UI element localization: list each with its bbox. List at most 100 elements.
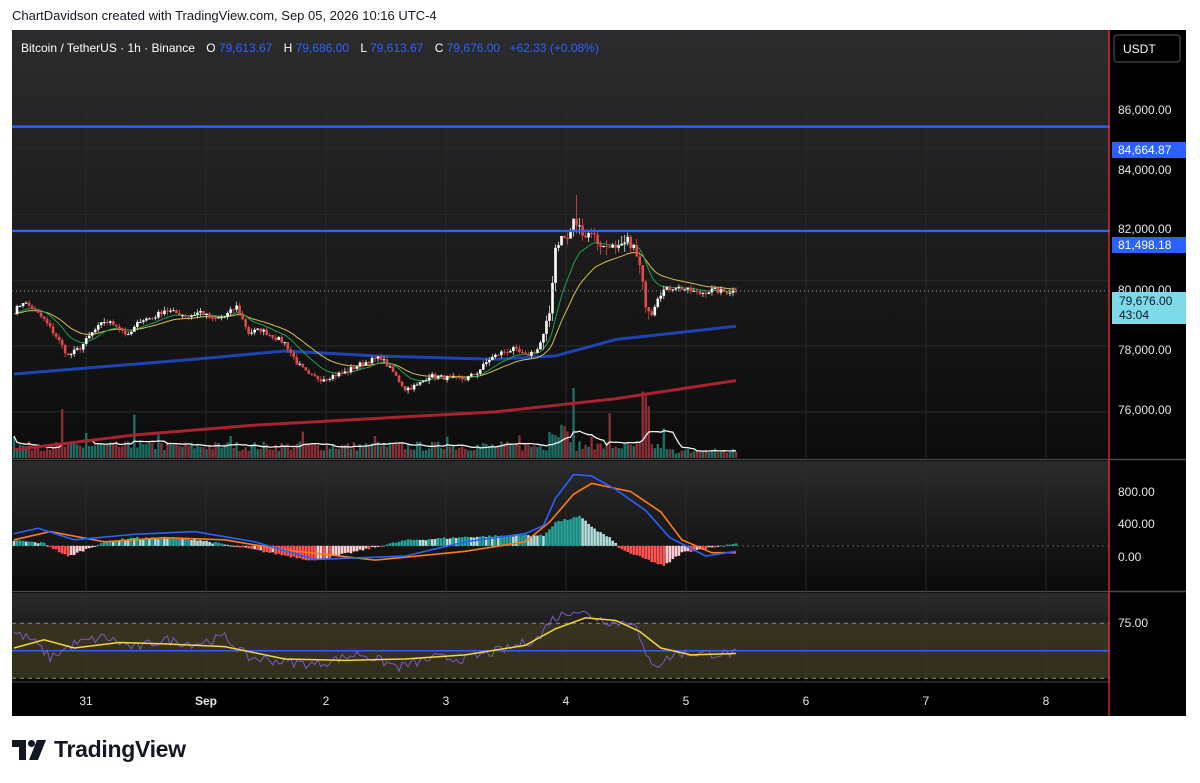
ohlc-high-label: H — [284, 41, 293, 55]
volume-bar — [51, 448, 55, 458]
candle-body — [280, 337, 284, 343]
volume-bar — [473, 450, 476, 458]
candle-body — [199, 310, 202, 313]
candle-body — [271, 334, 275, 338]
chart-canvas[interactable]: 86,000.00 84,000.00 82,000.00 80,000.00 … — [12, 30, 1186, 716]
candle-body — [686, 287, 690, 290]
macd-histogram-bar — [671, 545, 675, 559]
candle-body — [638, 256, 642, 266]
volume-bar — [599, 443, 602, 458]
volume-bar — [707, 452, 711, 458]
macd-histogram-bar — [584, 520, 587, 546]
candle-body — [268, 334, 272, 336]
time-label: Sep — [195, 694, 217, 708]
macd-histogram-bar — [205, 540, 208, 546]
macd-histogram-bar — [358, 545, 362, 550]
volume-bar — [572, 388, 575, 458]
macd-histogram-bar — [349, 545, 353, 554]
volume-bar — [199, 446, 202, 458]
time-axis[interactable]: 31 Sep 2 3 4 5 6 7 8 — [79, 694, 1049, 708]
macd-histogram-bar — [39, 542, 43, 546]
candle-body — [127, 334, 130, 336]
volume-bar — [596, 443, 599, 458]
volume-bar — [148, 441, 151, 458]
candle-body — [671, 289, 675, 291]
macd-histogram-bar — [632, 545, 636, 555]
macd-histogram-bar — [728, 544, 732, 546]
volume-bar — [97, 443, 100, 458]
volume-bar — [635, 442, 638, 458]
volume-bar — [154, 448, 157, 458]
volume-bar — [229, 435, 232, 458]
candle-body — [259, 328, 262, 332]
candle-body — [629, 236, 633, 249]
volume-bar — [193, 448, 196, 458]
candle-body — [394, 372, 398, 376]
macd-histogram-bar — [659, 545, 663, 565]
candle-body — [136, 321, 139, 327]
macd-histogram-bar — [626, 545, 629, 553]
macd-histogram-bar — [130, 537, 133, 546]
candle-body — [460, 377, 464, 380]
macd-histogram-bar — [42, 542, 46, 546]
time-label: 3 — [443, 694, 450, 708]
macd-histogram-bar — [554, 522, 557, 546]
volume-bar — [298, 441, 301, 458]
candle-body — [298, 363, 302, 365]
volume-bar — [367, 444, 371, 458]
macd-histogram-bar — [33, 542, 37, 546]
macd-histogram-bar — [475, 536, 479, 546]
candle-body — [599, 244, 602, 248]
candle-body — [364, 362, 368, 366]
macd-histogram-bar — [346, 545, 350, 553]
candle-body — [488, 359, 491, 363]
macd-histogram-bar — [518, 534, 521, 546]
candle-body — [340, 372, 344, 374]
macd-histogram-bar — [548, 529, 551, 546]
candle-body — [713, 288, 717, 290]
macd-histogram-bar — [638, 545, 642, 556]
candle-body — [647, 307, 651, 312]
candle-body — [406, 387, 410, 391]
candle-body — [304, 367, 308, 371]
macd-histogram-bar — [54, 545, 58, 550]
macd-histogram-bar — [30, 541, 34, 546]
ohlc-close-label: C — [435, 41, 444, 55]
volume-bar — [292, 447, 295, 458]
candle-body — [482, 363, 485, 370]
candle-body — [325, 379, 329, 381]
macd-histogram-bar — [241, 545, 244, 548]
macd-histogram-bar — [647, 545, 651, 560]
macd-histogram-bar — [653, 545, 657, 563]
candle-body — [677, 286, 681, 289]
candle-body — [563, 236, 566, 239]
macd-histogram-bar — [421, 539, 425, 546]
volume-bar — [551, 434, 554, 458]
macd-histogram-bar — [515, 535, 518, 546]
macd-histogram-bar — [175, 538, 178, 546]
macd-histogram-bar — [445, 538, 449, 546]
macd-histogram-bar — [677, 545, 681, 556]
candle-body — [491, 356, 494, 360]
candle-body — [229, 309, 232, 314]
chart-frame[interactable]: 86,000.00 84,000.00 82,000.00 80,000.00 … — [12, 30, 1186, 716]
macd-histogram-bar — [707, 545, 711, 548]
candle-body — [105, 322, 109, 324]
volume-bar — [175, 444, 178, 458]
currency-button[interactable]: USDT — [1123, 42, 1156, 56]
macd-histogram-bar — [385, 544, 389, 546]
symbol-legend[interactable]: Bitcoin / TetherUS · 1h · Binance O 79,6… — [21, 41, 599, 55]
volume-bar — [449, 446, 452, 458]
macd-histogram-bar — [478, 536, 482, 546]
candle-body — [424, 380, 428, 382]
chart-credit: ChartDavidson created with TradingView.c… — [12, 8, 437, 23]
volume-bar — [181, 446, 184, 458]
volume-bar — [629, 444, 632, 458]
ohlc-low-label: L — [360, 41, 367, 55]
volume-bar — [563, 426, 566, 458]
volume-bar — [238, 450, 241, 458]
macd-histogram-bar — [223, 544, 226, 546]
macd-histogram-bar — [725, 544, 729, 546]
volume-bar — [692, 451, 696, 458]
tradingview-logo[interactable]: TradingView — [12, 736, 186, 763]
